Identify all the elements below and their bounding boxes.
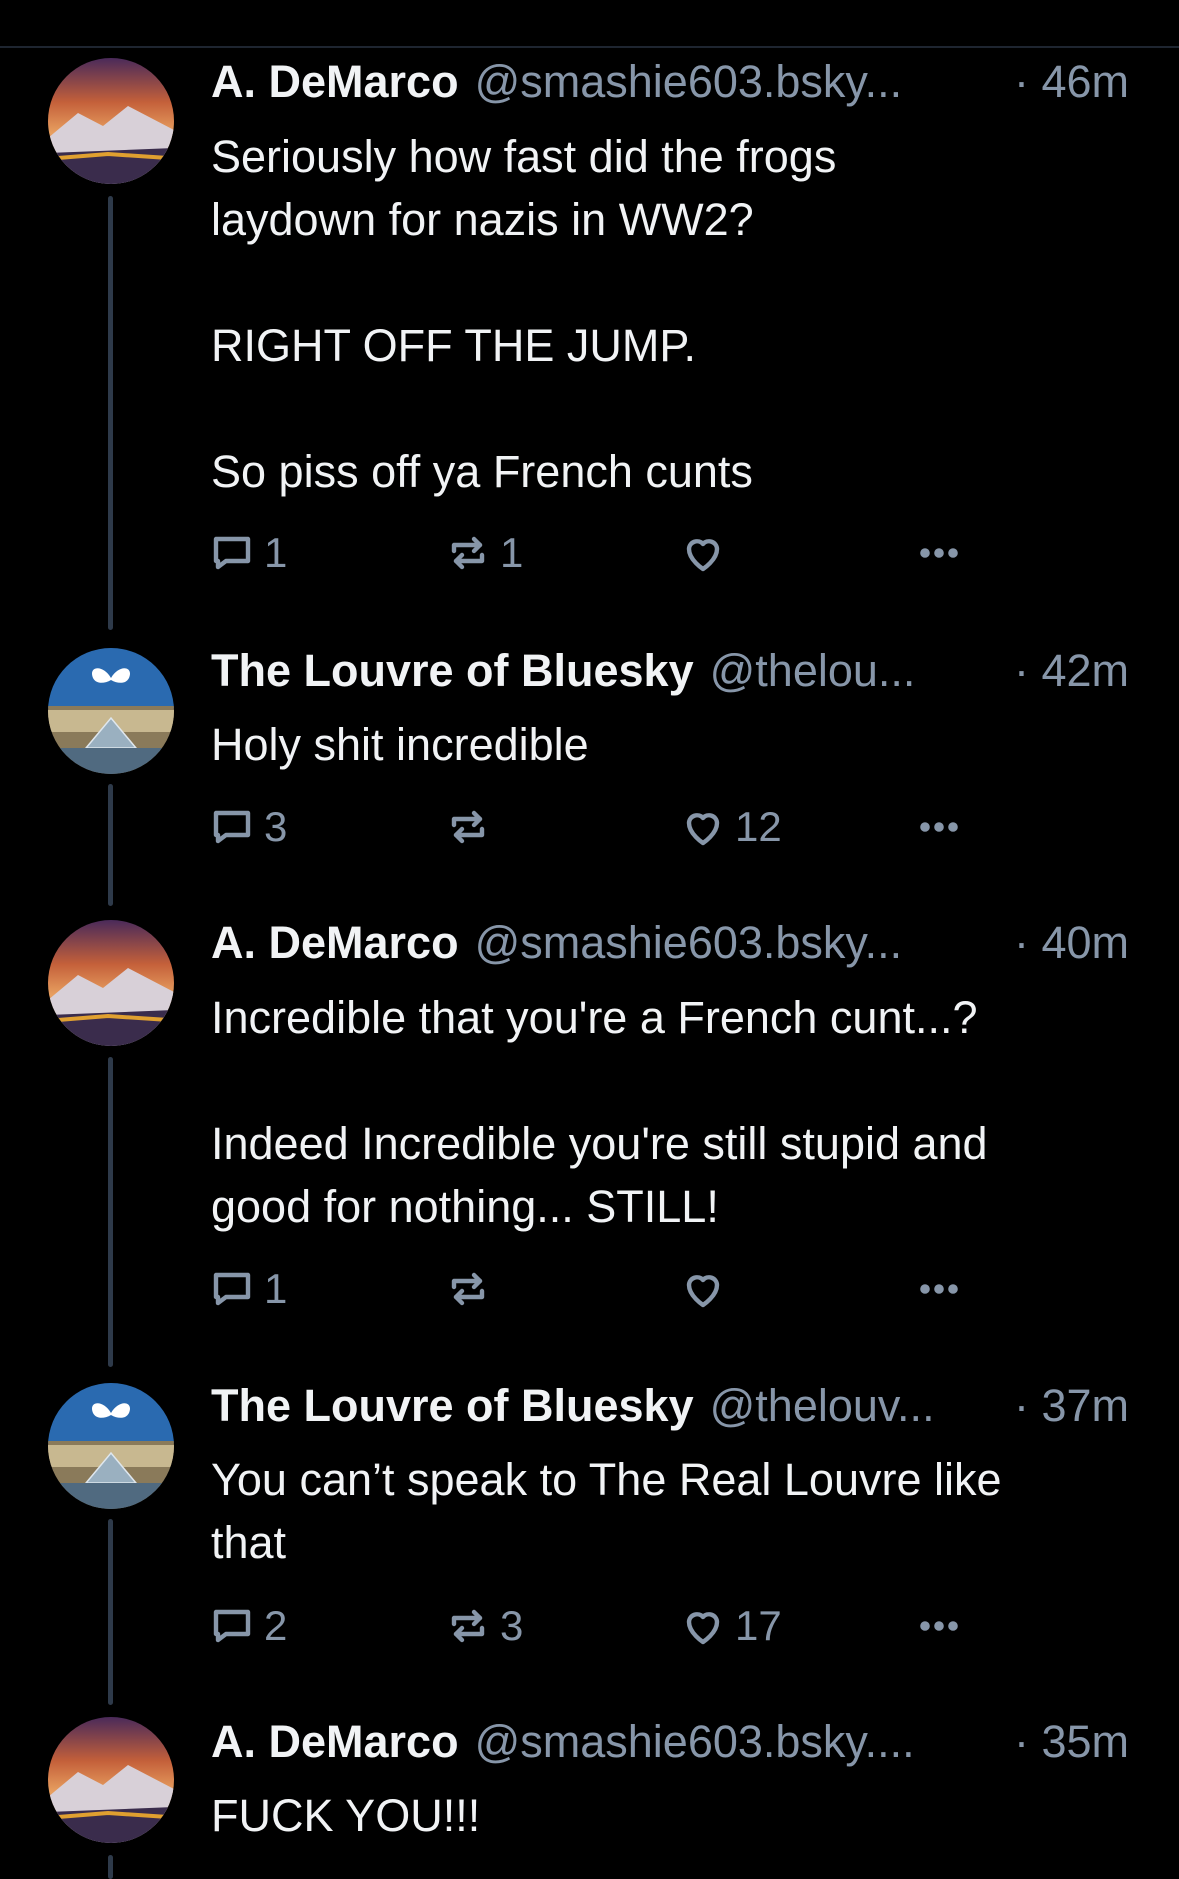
post-time[interactable]: · 40m <box>1014 917 1129 969</box>
repost-button[interactable]: 3 <box>444 1599 523 1653</box>
avatar-louvre[interactable] <box>48 1383 174 1509</box>
author-handle[interactable]: @thelou... <box>710 645 1004 697</box>
thread-line <box>108 1855 113 1879</box>
author-handle[interactable]: @thelouv... <box>710 1380 1004 1432</box>
avatar-demarco[interactable] <box>48 58 174 184</box>
sunset-mountain-avatar-icon <box>48 920 174 1046</box>
post-text: Seriously how fast did the frogs laydown… <box>211 131 837 497</box>
heart-icon <box>686 1275 720 1308</box>
repost-arrows-icon <box>451 1609 485 1643</box>
post-text: FUCK YOU!!! <box>211 1790 481 1841</box>
louvre-butterfly-avatar-icon <box>48 648 174 774</box>
reply-count: 2 <box>264 1602 288 1649</box>
author-handle[interactable]: @smashie603.bsky.... <box>475 1716 1004 1768</box>
heart-icon <box>686 539 720 572</box>
reply-button[interactable]: 2 <box>208 1599 287 1653</box>
reply-button[interactable]: 1 <box>208 526 287 580</box>
post-actions: 2 3 17 <box>208 1599 988 1653</box>
more-options-button[interactable] <box>915 800 963 854</box>
heart-icon <box>686 1612 720 1645</box>
reply-bubble-icon <box>213 810 251 844</box>
like-button[interactable]: 17 <box>679 1599 782 1653</box>
repost-button[interactable]: 1 <box>444 526 523 580</box>
author-name[interactable]: A. DeMarco <box>211 56 459 108</box>
repost-arrows-icon <box>451 536 485 570</box>
like-button[interactable]: 12 <box>679 800 782 854</box>
reply-bubble-icon <box>213 1609 251 1643</box>
like-button[interactable] <box>679 1262 735 1316</box>
post-header: A. DeMarco @smashie603.bsky... · 40m <box>211 917 1129 973</box>
more-dots-icon <box>920 1284 958 1294</box>
post-actions: 3 12 <box>208 800 988 854</box>
more-dots-icon <box>920 1621 958 1631</box>
thread-line <box>108 1057 113 1367</box>
thread-line <box>108 196 113 630</box>
author-name[interactable]: A. DeMarco <box>211 1716 459 1768</box>
more-options-button[interactable] <box>915 1599 963 1653</box>
author-name[interactable]: The Louvre of Bluesky <box>211 1380 694 1432</box>
post-header: A. DeMarco @smashie603.bsky... · 46m <box>211 56 1129 112</box>
avatar-demarco[interactable] <box>48 1717 174 1843</box>
thread-line <box>108 784 113 906</box>
louvre-butterfly-avatar-icon <box>48 1383 174 1509</box>
repost-count: 3 <box>500 1602 524 1649</box>
thread: A. DeMarco @smashie603.bsky... · 46m Ser… <box>0 0 1179 1879</box>
like-count: 17 <box>735 1602 782 1649</box>
author-handle[interactable]: @smashie603.bsky... <box>475 917 1004 969</box>
repost-arrows-icon <box>451 1272 485 1306</box>
post-text: Holy shit incredible <box>211 719 589 770</box>
author-handle[interactable]: @smashie603.bsky... <box>475 56 1004 108</box>
post-text: Incredible that you're a French cunt...?… <box>211 992 988 1232</box>
sunset-mountain-avatar-icon <box>48 1717 174 1843</box>
post-header: The Louvre of Bluesky @thelou... · 42m <box>211 645 1129 701</box>
reply-button[interactable]: 1 <box>208 1262 287 1316</box>
sunset-mountain-avatar-icon <box>48 58 174 184</box>
like-count: 12 <box>735 803 782 850</box>
post-actions: 1 1 <box>208 526 988 580</box>
reply-count: 1 <box>264 1265 288 1312</box>
reply-bubble-icon <box>213 536 251 570</box>
repost-arrows-icon <box>451 810 485 844</box>
repost-button[interactable] <box>444 800 500 854</box>
post-time[interactable]: · 37m <box>1014 1380 1129 1432</box>
post-time[interactable]: · 35m <box>1014 1716 1129 1768</box>
author-name[interactable]: A. DeMarco <box>211 917 459 969</box>
post-header: A. DeMarco @smashie603.bsky.... · 35m <box>211 1716 1129 1772</box>
more-dots-icon <box>920 822 958 832</box>
post-header: The Louvre of Bluesky @thelouv... · 37m <box>211 1380 1129 1436</box>
repost-count: 1 <box>500 529 524 576</box>
more-options-button[interactable] <box>915 526 963 580</box>
avatar-louvre[interactable] <box>48 648 174 774</box>
post-text: You can’t speak to The Real Louvre like … <box>211 1454 1002 1568</box>
like-button[interactable] <box>679 526 735 580</box>
avatar-demarco[interactable] <box>48 920 174 1046</box>
reply-count: 1 <box>264 529 288 576</box>
repost-button[interactable] <box>444 1262 500 1316</box>
more-dots-icon <box>920 548 958 558</box>
reply-count: 3 <box>264 803 288 850</box>
more-options-button[interactable] <box>915 1262 963 1316</box>
post-time[interactable]: · 42m <box>1014 645 1129 697</box>
reply-bubble-icon <box>213 1272 251 1306</box>
author-name[interactable]: The Louvre of Bluesky <box>211 645 694 697</box>
heart-icon <box>686 813 720 846</box>
post-actions: 1 <box>208 1262 988 1316</box>
thread-line <box>108 1519 113 1705</box>
reply-button[interactable]: 3 <box>208 800 287 854</box>
post-time[interactable]: · 46m <box>1014 56 1129 108</box>
